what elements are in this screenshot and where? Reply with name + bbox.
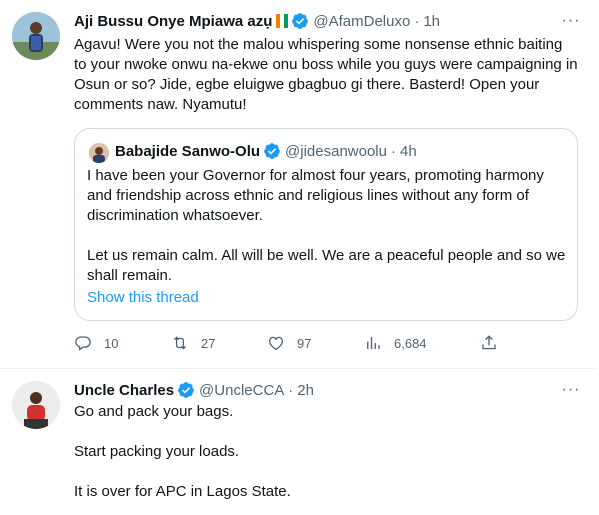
author-name[interactable]: Aji Bussu Onye Mpiawa azụ xyxy=(74,13,272,30)
share-button[interactable] xyxy=(480,334,510,352)
separator-dot: · xyxy=(288,381,294,399)
quoted-author-name: Babajide Sanwo-Olu xyxy=(115,142,261,160)
quoted-paragraph: Let us remain calm. All will be well. We… xyxy=(87,247,566,284)
views-count: 6,684 xyxy=(394,335,427,351)
avatar-image xyxy=(12,12,60,60)
quoted-paragraph: I have been your Governor for almost fou… xyxy=(87,167,544,224)
retweet-count: 27 xyxy=(201,335,216,351)
reply-button[interactable]: 10 xyxy=(74,334,118,352)
reply-icon xyxy=(75,336,91,351)
tweet-line: It is over for APC in Lagos State. xyxy=(74,483,291,500)
quoted-timestamp: 4h xyxy=(399,142,417,160)
quoted-author-handle: @jidesanwoolu xyxy=(285,142,387,160)
avatar[interactable] xyxy=(12,381,60,429)
like-icon xyxy=(268,336,284,351)
author-handle[interactable]: @UncleCCA xyxy=(199,382,284,399)
tweet-text: Go and pack your bags. Start packing you… xyxy=(74,402,579,502)
retweet-button[interactable]: 27 xyxy=(171,334,215,352)
more-icon[interactable]: ··· xyxy=(561,382,581,403)
views-icon xyxy=(367,337,380,349)
tweet[interactable]: Uncle Charles @UncleCCA · 2h ··· Go and … xyxy=(0,369,597,515)
separator-dot: · xyxy=(414,12,420,30)
author-name[interactable]: Uncle Charles xyxy=(74,382,174,399)
author-handle[interactable]: @AfamDeluxo xyxy=(313,13,410,30)
quoted-tweet-text: I have been your Governor for almost fou… xyxy=(87,166,567,286)
flag-icon xyxy=(276,14,289,28)
views-button[interactable]: 6,684 xyxy=(364,334,427,352)
avatar[interactable] xyxy=(12,12,60,60)
avatar-image xyxy=(89,143,109,163)
verified-badge-icon[interactable] xyxy=(291,12,309,30)
avatar-image xyxy=(12,381,60,429)
tweet-line: Go and pack your bags. xyxy=(74,403,234,420)
timestamp[interactable]: 1h xyxy=(423,13,440,30)
verified-badge-icon[interactable] xyxy=(177,381,195,399)
share-icon xyxy=(482,335,496,350)
like-count: 97 xyxy=(297,335,312,351)
tweet[interactable]: Aji Bussu Onye Mpiawa azụ @AfamDeluxo · … xyxy=(0,0,597,369)
like-button[interactable]: 97 xyxy=(267,334,311,352)
timestamp[interactable]: 2h xyxy=(297,382,314,399)
separator-dot: · xyxy=(390,142,396,160)
retweet-icon xyxy=(173,336,187,350)
quoted-tweet[interactable]: Babajide Sanwo-Olu @jidesanwoolu · 4h I … xyxy=(74,128,578,321)
reply-count: 10 xyxy=(104,335,119,351)
action-bar: 10 27 97 6,684 xyxy=(74,334,504,354)
more-icon[interactable]: ··· xyxy=(561,13,581,34)
verified-badge-icon xyxy=(264,143,280,159)
show-thread-link[interactable]: Show this thread xyxy=(87,289,199,306)
tweet-line: Start packing your loads. xyxy=(74,443,240,460)
avatar xyxy=(89,143,109,163)
tweet-text: Agavu! Were you not the malou whispering… xyxy=(74,36,578,113)
